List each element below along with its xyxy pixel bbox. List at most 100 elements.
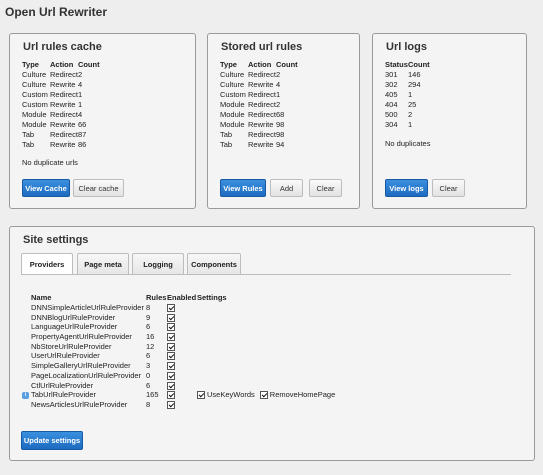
provider-settings-cell [197,351,338,361]
provider-name: NewsArticlesUrlRuleProvider [31,399,128,409]
provider-rules-count: 6 [146,380,151,390]
table-cell: 404 [385,99,398,109]
update-settings-button[interactable]: Update settings [21,431,83,450]
provider-enabled-cell [167,332,197,342]
url-logs-title: Url logs [386,41,427,53]
url-rules-cache-title: Url rules cache [23,41,102,53]
provider-row: CtlUrlRuleProvider 6 [31,380,338,390]
table-cell: Rewrite [50,79,76,89]
table-cell: 1 [77,89,83,99]
provider-name: PropertyAgentUrlRuleProvider [31,332,132,342]
provider-row: UserUrlRuleProvider 6 [31,351,338,361]
column-header: Action [50,59,74,69]
table-row: Custom Redirect 1 [220,89,298,99]
table-cell: Culture [220,69,245,79]
table-cell: 4 [77,109,83,119]
provider-row: DNNBlogUrlRuleProvider 9 [31,312,338,322]
provider-settings-cell [197,312,338,322]
provider-name: UserUrlRuleProvider [31,351,100,361]
setting-checkbox[interactable] [259,390,268,399]
provider-name: SimpleGalleryUrlRuleProvider [31,361,131,371]
table-cell: 4 [77,79,83,89]
provider-enabled-checkbox[interactable] [167,304,175,313]
add-rule-button[interactable]: Add [270,179,303,197]
provider-name: CtlUrlRuleProvider [31,380,94,390]
provider-row: LanguageUrlRuleProvider 6 [31,322,338,332]
provider-row: TabUrlRuleProvider 165 UseKeyWords RemoveHo… [31,390,338,400]
table-cell: Rewrite [248,79,274,89]
table-cell: Culture [22,69,47,79]
clear-rules-button[interactable]: Clear [309,179,342,197]
provider-row: DNNSimpleArticleUrlRuleProvider 8 [31,303,338,313]
provider-settings-cell [197,361,338,371]
table-cell: Redirect [248,89,276,99]
provider-enabled-checkbox[interactable] [167,400,175,409]
setting-checkbox[interactable] [197,390,205,399]
provider-enabled-cell [167,380,197,390]
table-cell: Custom [22,89,48,99]
table-cell: Redirect [248,129,276,139]
table-cell: Module [22,109,47,119]
provider-name: DNNBlogUrlRuleProvider [31,312,116,322]
tab-providers[interactable]: Providers [21,253,73,274]
tab-page-meta[interactable]: Page meta [77,253,129,274]
table-cell: 302 [385,79,398,89]
table-cell: 2 [408,109,413,119]
view-logs-button[interactable]: View logs [385,179,428,197]
table-cell: Tab [220,139,233,149]
provider-enabled-checkbox[interactable] [167,391,175,400]
table-cell: Redirect [50,129,78,139]
tab-logging[interactable]: Logging [132,253,184,274]
provider-settings-cell: UseKeyWords RemoveHomePage [197,390,338,400]
table-cell: Tab [22,129,35,139]
column-header-name: Name [31,293,52,303]
provider-enabled-cell [167,312,197,322]
clear-logs-button[interactable]: Clear [432,179,465,197]
provider-enabled-checkbox[interactable] [167,362,175,371]
provider-enabled-checkbox[interactable] [167,333,175,342]
table-cell: 1 [408,119,413,129]
table-row: Custom Rewrite 1 [22,99,100,109]
provider-settings-cell [197,341,338,351]
stored-rows: Culture Redirect 2 Culture Rewrite 4 Custom Red… [220,69,298,149]
provider-enabled-cell [167,322,197,332]
tab-components[interactable]: Components [187,253,241,274]
provider-rules-count: 6 [146,351,151,361]
stored-url-rules-panel: Stored url rules Type Action Count Cultu… [207,33,360,209]
provider-rules-count: 8 [146,399,151,409]
table-row: Tab Redirect 98 [220,129,298,139]
provider-enabled-checkbox[interactable] [167,342,175,351]
table-cell: 68 [276,109,285,119]
table-cell: 94 [276,139,285,149]
table-cell: Tab [22,139,35,149]
table-row: 304 1 [385,119,430,129]
table-cell: 25 [408,99,417,109]
provider-enabled-checkbox[interactable] [167,371,175,380]
table-row: Module Redirect 68 [220,109,298,119]
table-cell: 4 [276,79,281,89]
site-settings-title: Site settings [23,234,89,246]
provider-enabled-cell [167,303,197,313]
provider-enabled-checkbox[interactable] [167,381,175,390]
provider-enabled-checkbox[interactable] [167,313,175,322]
table-row: 301 146 [385,69,430,79]
provider-settings-cell [197,400,338,410]
provider-enabled-checkbox[interactable] [167,352,175,361]
info-icon[interactable]: i [22,392,29,399]
provider-enabled-cell [167,390,197,400]
table-cell: 146 [408,69,421,79]
provider-rules-count: 6 [146,322,151,332]
view-cache-button[interactable]: View Cache [22,179,70,197]
provider-enabled-cell [167,371,197,381]
provider-rules-count: 16 [146,332,155,342]
table-cell: 98 [276,129,285,139]
table-cell: Custom [22,99,48,109]
table-row: 404 25 [385,99,430,109]
provider-row: SimpleGalleryUrlRuleProvider 3 [31,361,338,371]
provider-name: TabUrlRuleProvider [31,390,97,400]
view-rules-button[interactable]: View Rules [220,179,266,197]
provider-enabled-checkbox[interactable] [167,323,175,332]
provider-settings-cell [197,303,338,313]
column-header: Count [408,59,430,69]
clear-cache-button[interactable]: Clear cache [73,179,124,197]
